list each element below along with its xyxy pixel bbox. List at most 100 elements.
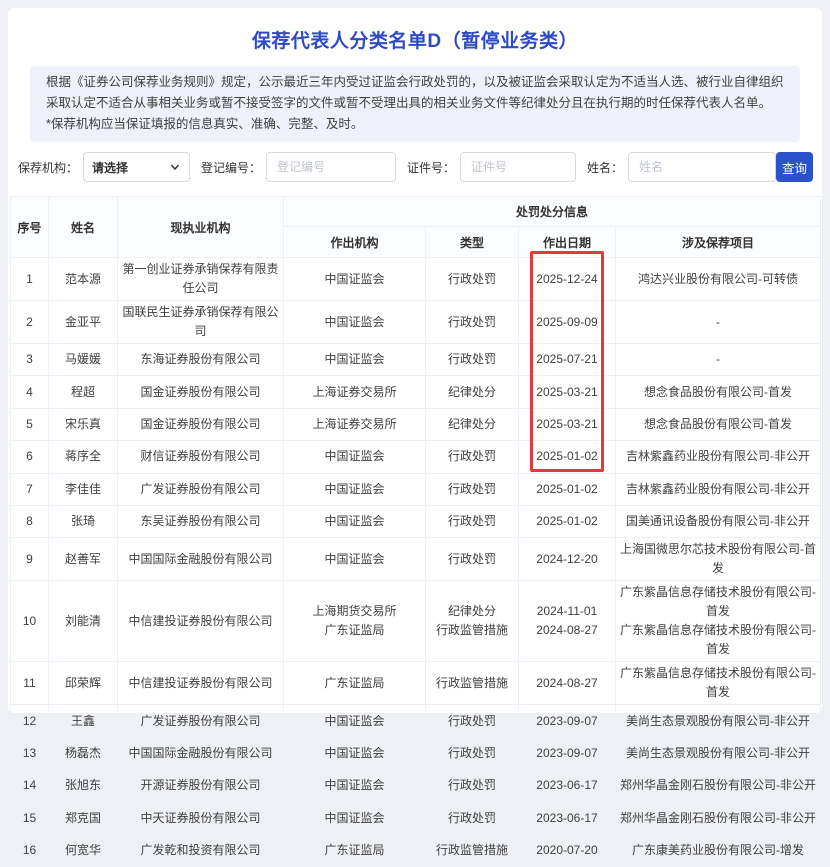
table-row: 10 刘能清 中信建投证券股份有限公司 上海期货交易所 广东证监局 纪律处分 行… — [11, 581, 821, 662]
cell-project: 吉林紫鑫药业股份有限公司-非公开 — [616, 441, 821, 473]
cell-org: 国金证券股份有限公司 — [118, 408, 284, 440]
cell-project: - — [616, 301, 821, 344]
cell-seq: 13 — [11, 737, 49, 769]
table-row: 13 杨磊杰 中国国际金融股份有限公司 中国证监会 行政处罚 2023-09-0… — [11, 737, 821, 769]
table-row: 5 宋乐真 国金证券股份有限公司 上海证券交易所 纪律处分 2025-03-21… — [11, 408, 821, 440]
cell-name: 何宽华 — [49, 834, 118, 866]
cell-authority: 中国证监会 — [284, 538, 426, 581]
cell-authority: 中国证监会 — [284, 473, 426, 505]
cell-type: 行政处罚 — [426, 505, 519, 537]
cell-name: 邱荣辉 — [49, 662, 118, 705]
cell-type: 行政监管措施 — [426, 662, 519, 705]
cell-seq: 9 — [11, 538, 49, 581]
cell-org: 中国国际金融股份有限公司 — [118, 538, 284, 581]
cell-name: 宋乐真 — [49, 408, 118, 440]
cell-seq: 14 — [11, 770, 49, 802]
table-row: 16 何宽华 广发乾和投资有限公司 广东证监局 行政监管措施 2020-07-2… — [11, 834, 821, 866]
table-row: 3 马媛媛 东海证券股份有限公司 中国证监会 行政处罚 2025-07-21 - — [11, 344, 821, 376]
cell-project: 吉林紫鑫药业股份有限公司-非公开 — [616, 473, 821, 505]
results-table-wrap: 序号 姓名 现执业机构 处罚处分信息 作出机构 类型 作出日期 涉及保荐项目 1… — [10, 196, 820, 867]
content-card: 保荐代表人分类名单D（暂停业务类） 根据《证券公司保荐业务规则》规定，公示最近三… — [8, 8, 822, 713]
cell-project: 美尚生态景观股份有限公司-非公开 — [616, 705, 821, 737]
cell-authority: 上海期货交易所 广东证监局 — [284, 581, 426, 662]
cell-org: 中天证券股份有限公司 — [118, 802, 284, 834]
cell-project: 美尚生态景观股份有限公司-非公开 — [616, 737, 821, 769]
cell-org: 第一创业证券承销保荐有限责任公司 — [118, 258, 284, 301]
cell-type: 行政处罚 — [426, 441, 519, 473]
cell-project: 上海国微思尔芯技术股份有限公司-首发 — [616, 538, 821, 581]
cell-org: 开源证券股份有限公司 — [118, 770, 284, 802]
header-name: 姓名 — [49, 197, 118, 258]
cell-authority: 中国证监会 — [284, 802, 426, 834]
cell-type: 纪律处分 — [426, 408, 519, 440]
table-row: 1 范本源 第一创业证券承销保荐有限责任公司 中国证监会 行政处罚 2025-1… — [11, 258, 821, 301]
header-penalty-group: 处罚处分信息 — [284, 197, 821, 227]
cell-project: 广东紫晶信息存储技术股份有限公司-首发 — [616, 662, 821, 705]
cell-date: 2020-07-20 — [519, 834, 616, 866]
reg-no-input[interactable] — [266, 152, 396, 182]
cell-seq: 6 — [11, 441, 49, 473]
cell-org: 广发证券股份有限公司 — [118, 473, 284, 505]
cell-type: 纪律处分 — [426, 376, 519, 408]
results-table: 序号 姓名 现执业机构 处罚处分信息 作出机构 类型 作出日期 涉及保荐项目 1… — [10, 196, 821, 867]
cell-org: 东海证券股份有限公司 — [118, 344, 284, 376]
cell-name: 赵善军 — [49, 538, 118, 581]
cell-name: 范本源 — [49, 258, 118, 301]
cell-name: 张琦 — [49, 505, 118, 537]
cell-type: 行政处罚 — [426, 344, 519, 376]
cell-type: 行政处罚 — [426, 737, 519, 769]
cell-project: 广东紫晶信息存储技术股份有限公司-首发 广东紫晶信息存储技术股份有限公司-首发 — [616, 581, 821, 662]
cell-authority: 中国证监会 — [284, 737, 426, 769]
table-row: 12 王鑫 广发证券股份有限公司 中国证监会 行政处罚 2023-09-07 美… — [11, 705, 821, 737]
table-row: 9 赵善军 中国国际金融股份有限公司 中国证监会 行政处罚 2024-12-20… — [11, 538, 821, 581]
cell-date: 2024-08-27 — [519, 662, 616, 705]
cell-name: 张旭东 — [49, 770, 118, 802]
cell-authority: 中国证监会 — [284, 705, 426, 737]
name-input[interactable] — [628, 152, 776, 182]
cell-project: 郑州华晶金刚石股份有限公司-非公开 — [616, 770, 821, 802]
cell-name: 刘能清 — [49, 581, 118, 662]
table-row: 8 张琦 东吴证券股份有限公司 中国证监会 行政处罚 2025-01-02 国美… — [11, 505, 821, 537]
cell-seq: 4 — [11, 376, 49, 408]
cell-project: 鸿达兴业股份有限公司-可转债 — [616, 258, 821, 301]
cell-authority: 中国证监会 — [284, 258, 426, 301]
page-title: 保荐代表人分类名单D（暂停业务类） — [8, 26, 822, 53]
cell-date: 2024-12-20 — [519, 538, 616, 581]
cell-date: 2023-09-07 — [519, 737, 616, 769]
cell-project: 郑州华晶金刚石股份有限公司-非公开 — [616, 802, 821, 834]
cell-date: 2025-01-02 — [519, 441, 616, 473]
cell-type: 行政监管措施 — [426, 834, 519, 866]
cell-project: 国美通讯设备股份有限公司-非公开 — [616, 505, 821, 537]
filter-bar: 保荐机构： 请选择 登记编号： 证件号： 姓名： 查询 — [18, 152, 813, 182]
cell-seq: 3 — [11, 344, 49, 376]
table-row: 14 张旭东 开源证券股份有限公司 中国证监会 行政处罚 2023-06-17 … — [11, 770, 821, 802]
cert-no-input[interactable] — [460, 152, 576, 182]
cell-name: 程超 — [49, 376, 118, 408]
cell-authority: 上海证券交易所 — [284, 376, 426, 408]
institution-select[interactable]: 请选择 — [83, 152, 190, 182]
reg-no-label: 登记编号： — [201, 159, 261, 176]
cell-authority: 广东证监局 — [284, 662, 426, 705]
cell-authority: 广东证监局 — [284, 834, 426, 866]
cell-date: 2023-06-17 — [519, 770, 616, 802]
header-date: 作出日期 — [519, 227, 616, 258]
header-org: 现执业机构 — [118, 197, 284, 258]
cell-org: 广发乾和投资有限公司 — [118, 834, 284, 866]
table-row: 4 程超 国金证券股份有限公司 上海证券交易所 纪律处分 2025-03-21 … — [11, 376, 821, 408]
cell-type: 行政处罚 — [426, 258, 519, 301]
cell-seq: 1 — [11, 258, 49, 301]
cell-date: 2024-11-01 2024-08-27 — [519, 581, 616, 662]
cell-date: 2025-03-21 — [519, 376, 616, 408]
cell-date: 2025-07-21 — [519, 344, 616, 376]
cell-type: 行政处罚 — [426, 538, 519, 581]
institution-select-value: 请选择 — [92, 159, 128, 176]
cell-seq: 8 — [11, 505, 49, 537]
cell-name: 李佳佳 — [49, 473, 118, 505]
search-button[interactable]: 查询 — [776, 152, 813, 182]
cert-no-label: 证件号： — [407, 159, 455, 176]
cell-date: 2025-01-02 — [519, 505, 616, 537]
cell-org: 中信建投证券股份有限公司 — [118, 581, 284, 662]
cell-authority: 中国证监会 — [284, 301, 426, 344]
header-project: 涉及保荐项目 — [616, 227, 821, 258]
header-seq: 序号 — [11, 197, 49, 258]
